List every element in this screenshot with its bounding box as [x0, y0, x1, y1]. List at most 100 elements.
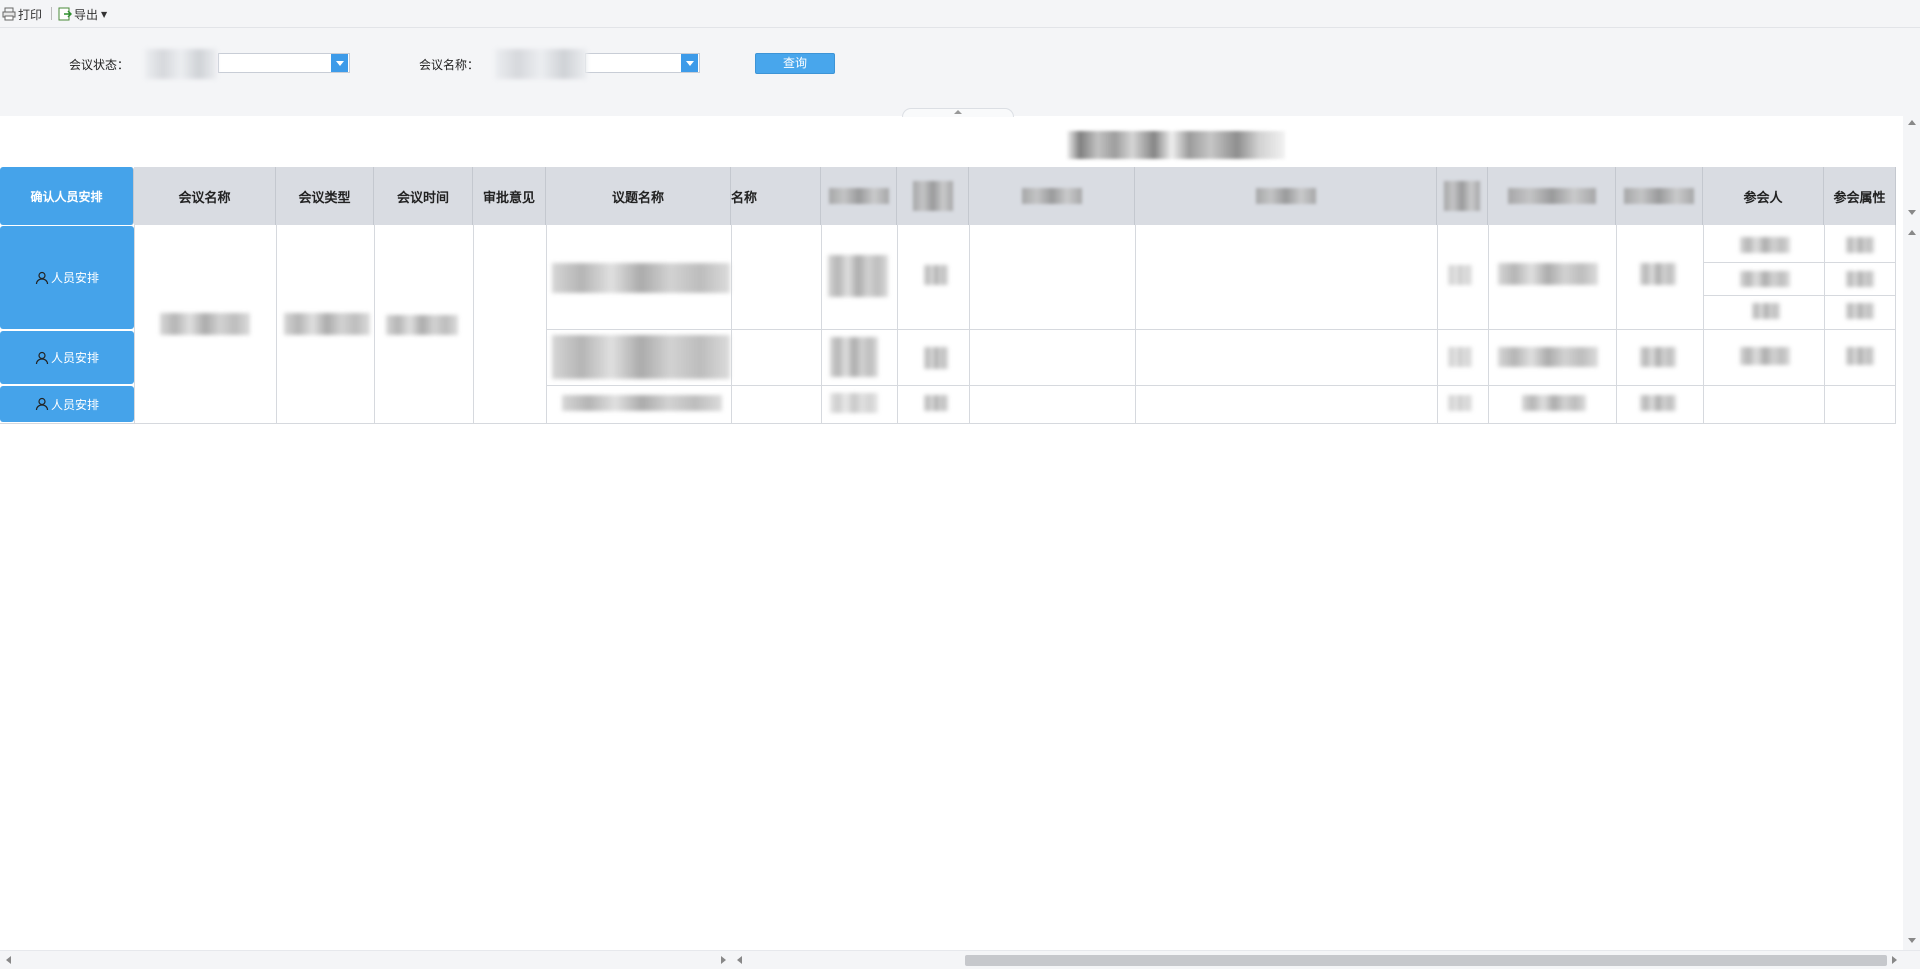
- scroll-up-icon[interactable]: [1908, 120, 1916, 125]
- column-header-redacted[interactable]: [821, 167, 897, 225]
- redacted-cell: [830, 337, 878, 377]
- export-icon: [58, 7, 72, 21]
- grid-line: [473, 225, 474, 423]
- printer-icon: [2, 7, 16, 21]
- export-button[interactable]: 导出 ▼: [58, 6, 107, 22]
- redacted-cell: [386, 315, 458, 335]
- redacted-cell: [924, 265, 948, 285]
- grid-line: [1895, 225, 1896, 423]
- grid-line: [134, 225, 135, 423]
- scroll-left-icon[interactable]: [6, 956, 11, 964]
- redacted-cell: [160, 313, 250, 335]
- column-header[interactable]: 会议类型: [276, 167, 374, 225]
- user-icon: [35, 351, 49, 364]
- table-title: [1067, 131, 1285, 159]
- column-header[interactable]: 名称: [731, 167, 821, 225]
- redacted-cell: [1740, 271, 1790, 287]
- scrollbar-thumb[interactable]: [965, 955, 1887, 966]
- grid-line: [821, 225, 822, 423]
- column-header-redacted[interactable]: [969, 167, 1135, 225]
- redacted-cell: [552, 335, 730, 379]
- scroll-down-icon[interactable]: [1908, 210, 1916, 215]
- column-header[interactable]: 会议名称: [134, 167, 276, 225]
- chevron-down-icon[interactable]: [331, 54, 348, 72]
- meeting-name-select[interactable]: [495, 49, 700, 79]
- scroll-left-icon[interactable]: [737, 956, 742, 964]
- vertical-scrollbar[interactable]: [1903, 116, 1920, 950]
- meeting-name-value: [495, 49, 587, 79]
- redacted-cell: [1640, 263, 1676, 285]
- arrange-personnel-button[interactable]: 人员安排: [0, 386, 134, 422]
- redacted-text: [1507, 188, 1596, 204]
- column-header[interactable]: 参会属性: [1824, 167, 1896, 225]
- grid-line: [969, 225, 970, 423]
- grid-line: [0, 423, 1896, 424]
- grid-line: [546, 329, 1896, 330]
- arrange-personnel-label: 人员安排: [50, 397, 99, 412]
- status-label: 会议状态：: [69, 58, 130, 72]
- redacted-cell: [1498, 263, 1598, 285]
- user-icon: [35, 397, 49, 411]
- redacted-text: [1255, 188, 1316, 204]
- grid-line: [1824, 225, 1825, 423]
- scroll-down-icon[interactable]: [1908, 938, 1916, 943]
- query-button[interactable]: 查询: [755, 53, 835, 74]
- redacted-cell: [1448, 265, 1472, 285]
- grid-line: [546, 385, 1896, 386]
- grid-line: [276, 225, 277, 423]
- scroll-right-icon[interactable]: [1892, 956, 1897, 964]
- redacted-cell: [1846, 347, 1874, 365]
- redacted-cell: [1640, 395, 1676, 411]
- redacted-cell: [1846, 271, 1874, 287]
- export-label: 导出: [74, 7, 99, 22]
- scroll-up-icon[interactable]: [1908, 230, 1916, 235]
- redacted-cell: [552, 263, 730, 293]
- redacted-cell: [1498, 347, 1598, 367]
- redacted-cell: [1740, 347, 1790, 365]
- column-header[interactable]: 议题名称: [546, 167, 731, 225]
- horizontal-scrollbar[interactable]: [0, 950, 1920, 969]
- column-header-confirm[interactable]: 确认人员安排: [0, 167, 134, 225]
- redacted-cell: [1740, 237, 1790, 253]
- arrange-personnel-button[interactable]: 人员安排: [0, 331, 134, 384]
- redacted-text: [1624, 188, 1694, 204]
- redacted-cell: [1846, 237, 1874, 253]
- arrange-personnel-button[interactable]: 人员安排: [0, 226, 134, 329]
- scroll-right-icon[interactable]: [721, 956, 726, 964]
- grid-line: [374, 225, 375, 423]
- chevron-down-icon[interactable]: [681, 54, 698, 72]
- grid-line: [1703, 262, 1896, 263]
- redacted-cell: [562, 395, 722, 411]
- redacted-cell: [284, 313, 370, 335]
- redacted-cell: [1640, 347, 1676, 367]
- column-header-redacted[interactable]: [1616, 167, 1703, 225]
- redacted-text: [1021, 188, 1082, 204]
- grid-line: [1135, 225, 1136, 423]
- grid-line: [1488, 225, 1489, 423]
- column-header-redacted[interactable]: [897, 167, 969, 225]
- redacted-cell: [1448, 395, 1472, 411]
- toolbar: 打印 导出 ▼: [0, 0, 1920, 28]
- redacted-cell: [1448, 347, 1472, 367]
- meeting-name-label: 会议名称：: [419, 58, 480, 72]
- print-label: 打印: [18, 7, 43, 22]
- redacted-cell: [830, 393, 878, 413]
- redacted-text: [912, 181, 953, 211]
- arrange-personnel-label: 人员安排: [50, 271, 99, 285]
- column-header[interactable]: 会议时间: [374, 167, 473, 225]
- arrange-personnel-label: 人员安排: [50, 351, 99, 365]
- user-icon: [35, 271, 49, 284]
- redacted-text: [1444, 181, 1480, 211]
- redacted-cell: [1846, 303, 1874, 319]
- collapse-panel-toggle[interactable]: [902, 108, 1014, 117]
- status-select[interactable]: [145, 49, 350, 79]
- redacted-cell: [1522, 395, 1586, 411]
- column-header[interactable]: 审批意见: [473, 167, 546, 225]
- column-header-redacted[interactable]: [1488, 167, 1616, 225]
- column-header-redacted[interactable]: [1437, 167, 1488, 225]
- status-select-value: [145, 49, 217, 79]
- grid-line: [897, 225, 898, 423]
- column-header-redacted[interactable]: [1135, 167, 1437, 225]
- column-header[interactable]: 参会人: [1703, 167, 1824, 225]
- print-button[interactable]: 打印: [2, 6, 42, 22]
